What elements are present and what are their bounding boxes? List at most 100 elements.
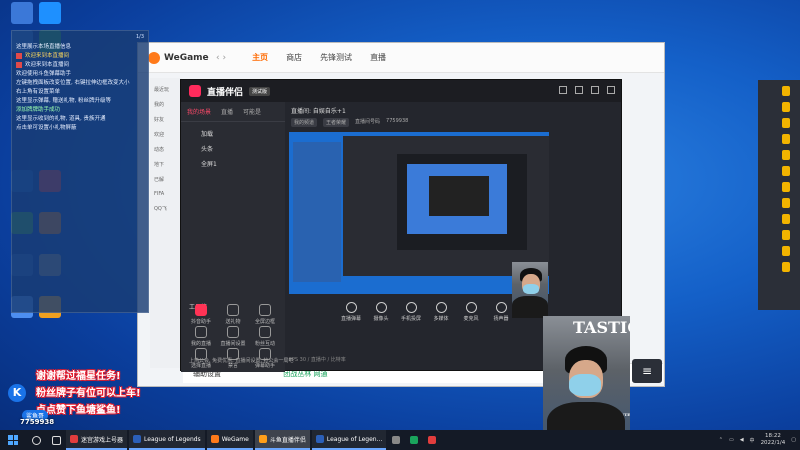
taskbar-app[interactable]: League of Legen...: [311, 430, 387, 450]
scene-tab[interactable]: 可能是: [243, 107, 261, 116]
wegame-nav-item[interactable]: 商店: [280, 49, 308, 66]
taskbar-app-label: WeGame: [221, 435, 249, 443]
close-icon[interactable]: [607, 86, 615, 94]
streamer-logo-icon: [189, 85, 201, 97]
friend-list-item[interactable]: FIFA: [154, 191, 182, 197]
control-label: 摄像头: [373, 316, 389, 322]
control-icon: [345, 302, 357, 313]
desktop-icon[interactable]: [32, 2, 68, 26]
taskbar-app[interactable]: 迷宫游戏上号器: [66, 430, 128, 450]
taskbar-app-icon: [70, 435, 78, 443]
preview-control-button[interactable]: 多媒体: [429, 302, 453, 352]
desktop-app-icon: [39, 2, 61, 24]
danmu-line: 左键拖拽面板改变位置, 右键拉伸边框改变大小: [12, 79, 148, 88]
preview-control-button[interactable]: 麦克风: [459, 302, 483, 352]
taskbar-app-icon: [315, 435, 324, 443]
danmu-text: 这里展示本场直播信息: [16, 44, 72, 50]
friend-list-item[interactable]: QQ飞: [154, 205, 182, 212]
preview-control-button[interactable]: 直播弹幕: [339, 302, 363, 352]
danmu-text: 欢迎来到本直播间: [25, 62, 70, 68]
taskbar-app[interactable]: 斗鱼直播伴侣: [254, 430, 310, 450]
streamer-titlebar: 直播伴侣 测试版: [181, 80, 621, 102]
tool-icon: [227, 326, 239, 338]
wegame-nav-item[interactable]: 直播: [364, 49, 392, 66]
tool-label: 粉丝互动: [254, 341, 275, 347]
tool-icon: [259, 304, 271, 316]
clock-date: 2022/1/4: [760, 440, 786, 446]
scene-item[interactable]: 全屏1: [181, 156, 285, 171]
room-meta-item[interactable]: 我的频道: [291, 118, 318, 127]
friend-list-item[interactable]: 地下: [154, 161, 182, 168]
taskbar-app[interactable]: [424, 430, 440, 450]
control-icon: [495, 302, 507, 313]
tool-label: 全屏边框: [254, 319, 275, 325]
friend-list-item[interactable]: 最近玩: [154, 86, 182, 93]
settings-icon[interactable]: [559, 86, 567, 94]
wegame-nav-item[interactable]: 先锋测试: [314, 49, 358, 66]
start-button[interactable]: [0, 430, 26, 450]
control-icon: [465, 302, 477, 313]
clock[interactable]: 18:22 2022/1/4: [761, 433, 786, 447]
preview-control-button[interactable]: 扬声器: [489, 302, 513, 352]
taskbar: 迷宫游戏上号器 League of Legends WeGame 斗鱼直播伴侣 Leag…: [0, 430, 800, 450]
cam-sign-text: TASTIC: [573, 318, 630, 337]
notification-icon[interactable]: ▢: [791, 437, 796, 443]
volume-icon[interactable]: ◀: [740, 437, 744, 443]
tray-chevron-icon[interactable]: ⌃: [719, 437, 723, 443]
wegame-nav-item[interactable]: 主页: [246, 49, 274, 66]
danmu-line: 这里展示本场直播信息: [12, 43, 148, 52]
danmu-panel[interactable]: 1/3 这里展示本场直播信息 欢迎来到本直播间 欢迎来到本直播间 欢迎使用斗鱼弹幕助手…: [11, 30, 149, 313]
maximize-icon[interactable]: [591, 86, 599, 94]
control-label: 多媒体: [433, 316, 449, 322]
preview-control-button[interactable]: 手机投屏: [399, 302, 423, 352]
status-bar: 上热公会, 免费优惠, 直播间设置, 抢公会一局吧: [189, 358, 294, 364]
task-view-icon[interactable]: [46, 430, 66, 450]
danmu-text: 点击单可设置小礼物屏蔽: [16, 125, 77, 131]
stream-preview[interactable]: [289, 132, 549, 294]
taskbar-app[interactable]: League of Legends: [129, 430, 205, 450]
scene-tab[interactable]: 我的场景: [187, 107, 211, 116]
preview-control-button[interactable]: 摄像头: [369, 302, 393, 352]
tool-button[interactable]: 粉丝互动: [251, 326, 279, 347]
danmu-line: 右上角有设置菜单: [12, 88, 148, 97]
friend-list-item[interactable]: 我的: [154, 101, 182, 108]
friend-list-item[interactable]: 动态: [154, 146, 182, 153]
panel-page-count: 1/3: [135, 34, 144, 40]
danmu-text: 欢迎来到本直播间: [25, 53, 70, 59]
scene-item[interactable]: 加载: [181, 126, 285, 141]
control-icon: [435, 302, 447, 313]
search-icon[interactable]: [26, 430, 46, 450]
menu-icon[interactable]: ≡: [632, 359, 662, 383]
cam-mask: [569, 374, 601, 396]
tool-button[interactable]: 全屏边框: [251, 304, 279, 325]
friend-list-item[interactable]: 好友: [154, 116, 182, 123]
taskbar-app[interactable]: [406, 430, 422, 450]
room-meta-item: 直播间号码: [355, 119, 381, 125]
badge-room-number: 7759938: [20, 418, 55, 426]
scene-tab[interactable]: 直播: [221, 107, 233, 116]
tool-button[interactable]: 抖音助手: [187, 304, 215, 325]
taskbar-app-icon: [133, 435, 142, 443]
tool-icon: [259, 326, 271, 338]
back-forward-icon[interactable]: ‹ ›: [216, 53, 226, 63]
taskbar-app-icon: [410, 436, 419, 444]
taskbar-app[interactable]: [388, 430, 404, 450]
danmu-line: 添加牌牌助手成功: [12, 106, 148, 115]
clock-time: 18:22: [764, 433, 781, 439]
friend-list-item[interactable]: 欢迎: [154, 131, 182, 138]
tool-button[interactable]: 我的直播: [187, 326, 215, 347]
wegame-nav: 主页 商店 先锋测试 直播: [246, 49, 392, 66]
wegame-right-panel: [758, 80, 800, 310]
tool-button[interactable]: 送礼物: [219, 304, 247, 325]
taskbar-app[interactable]: WeGame: [206, 430, 253, 450]
tool-icon: [227, 304, 239, 316]
room-meta-item[interactable]: 王者荣耀: [323, 118, 350, 127]
tool-button[interactable]: 直播间设置: [219, 326, 247, 347]
minimize-icon[interactable]: [575, 86, 583, 94]
friend-list-item[interactable]: 已解: [154, 176, 182, 183]
desktop-app-icon: [11, 2, 33, 24]
scene-item[interactable]: 头条: [181, 141, 285, 156]
network-icon[interactable]: ▭: [729, 437, 734, 443]
ime-icon[interactable]: 中: [750, 437, 755, 444]
room-meta-item: 7759938: [386, 118, 409, 124]
